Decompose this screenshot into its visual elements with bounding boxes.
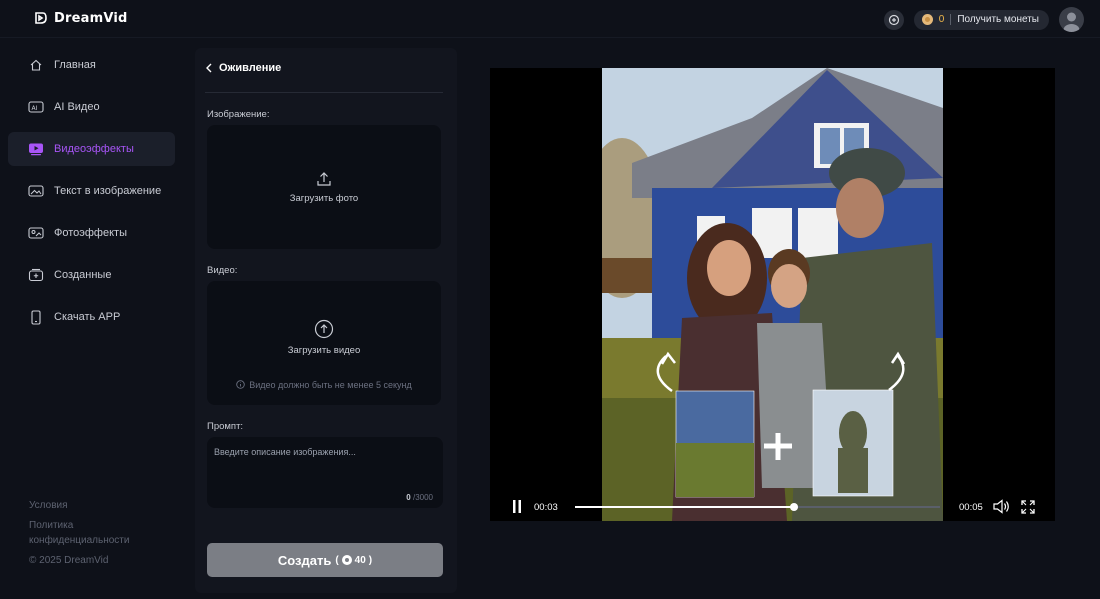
seek-handle[interactable] <box>790 503 798 511</box>
video-label: Видео: <box>207 265 238 276</box>
volume-icon[interactable] <box>993 499 1011 514</box>
sidebar: Главная AI AI Видео Видеоэффекты Текст в… <box>0 38 186 599</box>
sidebar-item-label: Созданные <box>54 269 112 281</box>
create-button[interactable]: Создать ( 40 ) <box>207 543 443 577</box>
effect-panel: Оживление Изображение: Загрузить фото Ви… <box>195 48 457 593</box>
prompt-input[interactable]: Введите описание изображения... 0 /3000 <box>207 437 443 508</box>
upload-video-icon <box>314 319 334 338</box>
coin-count: 0 <box>938 14 945 25</box>
cost-close-paren: ) <box>368 554 373 566</box>
upload-photo-area[interactable]: Загрузить фото <box>207 125 441 249</box>
coins-pill[interactable]: 0 Получить монеты <box>913 9 1049 30</box>
prompt-placeholder: Введите описание изображения... <box>214 447 356 457</box>
create-cost: ( 40 ) <box>335 555 372 566</box>
image-icon <box>28 183 44 199</box>
sidebar-item-video-effects[interactable]: Видеоэффекты <box>8 132 175 166</box>
seek-bar[interactable] <box>575 503 940 511</box>
preview-image <box>602 68 943 521</box>
sidebar-item-label: Видеоэффекты <box>54 143 134 155</box>
fullscreen-icon[interactable] <box>1021 500 1035 514</box>
copyright: © 2025 DreamVid <box>29 555 109 566</box>
ai-video-icon: AI <box>28 99 44 115</box>
preview-video-frame <box>602 68 943 521</box>
create-button-label: Создать <box>277 552 332 568</box>
photo-effects-icon <box>28 225 44 241</box>
seek-bar-progress <box>575 506 794 508</box>
sidebar-item-ai-video[interactable]: AI AI Видео <box>8 90 175 124</box>
app-name: DreamVid <box>54 10 128 26</box>
upload-video-area[interactable]: Загрузить видео Видео должно быть не мен… <box>207 281 441 405</box>
current-time: 00:03 <box>534 502 558 513</box>
sidebar-item-home[interactable]: Главная <box>8 48 175 82</box>
sidebar-item-label: AI Видео <box>54 101 100 113</box>
video-hint: Видео должно быть не менее 5 секунд <box>236 379 412 390</box>
get-coins-button[interactable]: Получить монеты <box>957 14 1039 25</box>
info-icon <box>236 380 246 389</box>
sidebar-item-label: Главная <box>54 59 96 71</box>
total-time: 00:05 <box>959 502 983 513</box>
prompt-char-count: 0 /3000 <box>406 493 433 502</box>
pause-icon[interactable] <box>513 500 521 513</box>
image-label: Изображение: <box>207 109 270 120</box>
char-count-value: 0 <box>406 493 411 502</box>
phone-icon <box>28 309 44 325</box>
top-bar: DreamVid 0 Получить монеты <box>0 0 1100 38</box>
sidebar-item-photo-effects[interactable]: Фотоэффекты <box>8 216 175 250</box>
video-player[interactable]: 00:03 00:05 <box>490 68 1055 521</box>
player-controls: 00:03 00:05 <box>490 493 1055 521</box>
upload-icon <box>317 171 331 186</box>
char-count-max: /3000 <box>412 493 433 502</box>
sidebar-item-label: Скачать APP <box>54 311 121 323</box>
video-hint-text: Видео должно быть не менее 5 секунд <box>249 379 412 390</box>
chevron-left-icon[interactable] <box>205 63 213 73</box>
avatar[interactable] <box>1059 7 1084 32</box>
privacy-link[interactable]: Политика конфиденциальности <box>29 518 159 548</box>
footer-links: Условия Политика конфиденциальности © 20… <box>29 498 159 573</box>
prompt-label: Промпт: <box>207 421 244 432</box>
home-icon <box>28 57 44 73</box>
video-effects-icon <box>28 141 44 157</box>
panel-header[interactable]: Оживление <box>205 62 281 74</box>
sidebar-item-label: Текст в изображение <box>54 185 162 197</box>
upload-photo-label: Загрузить фото <box>289 192 359 204</box>
logo-icon <box>35 12 47 24</box>
pill-divider <box>950 14 952 25</box>
sidebar-item-download-app[interactable]: Скачать APP <box>8 300 175 334</box>
coin-icon <box>921 14 933 25</box>
cost-value: 40 <box>354 554 366 566</box>
cost-open-paren: ( <box>335 554 339 566</box>
support-icon[interactable] <box>883 9 904 30</box>
panel-title: Оживление <box>219 62 282 74</box>
coin-icon <box>341 555 352 565</box>
svg-text:AI: AI <box>32 105 38 112</box>
sidebar-item-text-to-image[interactable]: Текст в изображение <box>8 174 175 208</box>
created-icon <box>28 267 44 283</box>
divider <box>205 92 443 93</box>
logo[interactable]: DreamVid <box>32 10 128 26</box>
terms-link[interactable]: Условия <box>29 498 159 513</box>
upload-video-label: Загрузить видео <box>287 344 361 356</box>
sidebar-item-label: Фотоэффекты <box>54 227 127 239</box>
sidebar-item-created[interactable]: Созданные <box>8 258 175 292</box>
